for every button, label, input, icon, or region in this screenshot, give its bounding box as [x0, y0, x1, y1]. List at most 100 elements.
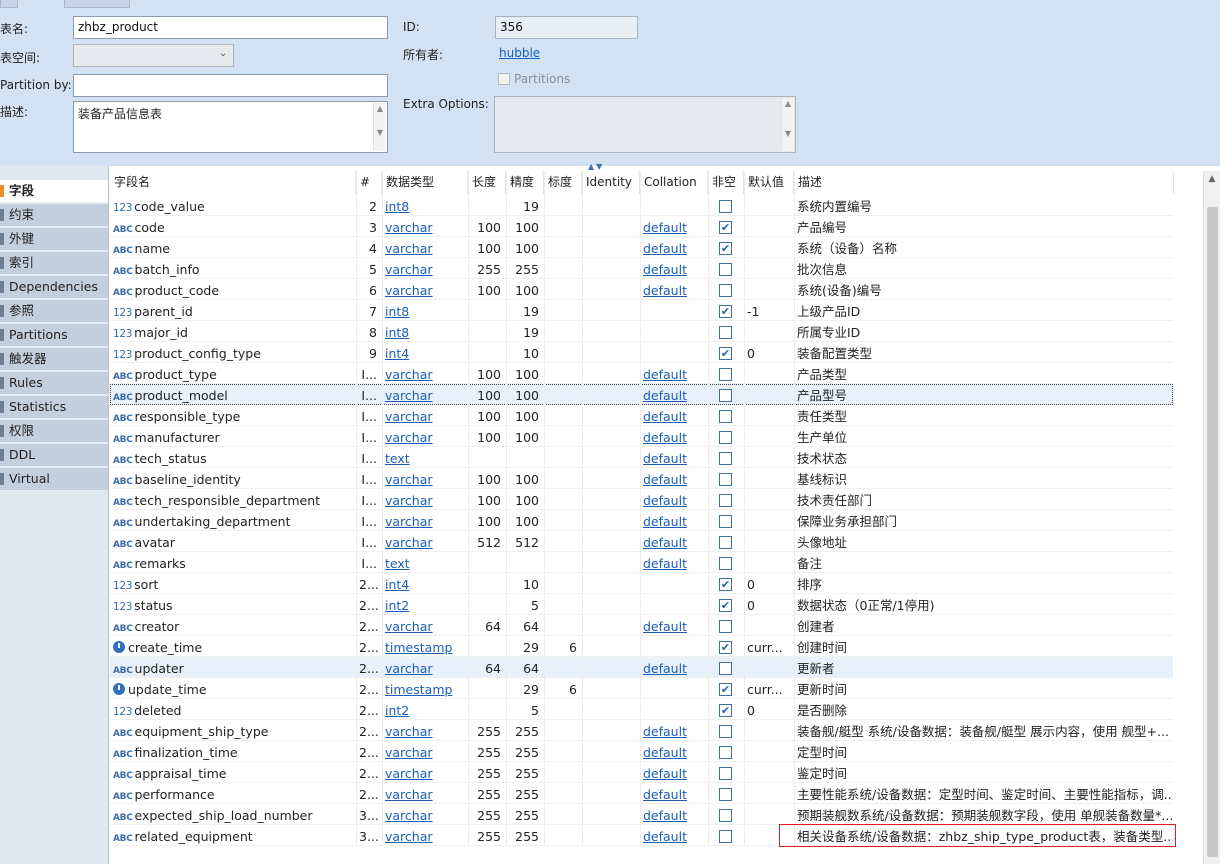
cell-default[interactable] — [747, 510, 793, 531]
cell-identity[interactable] — [585, 804, 639, 825]
cell-not-null[interactable] — [711, 426, 743, 447]
table-row[interactable]: 123 status 2... int2 5 ✔ 0 数据状态（0正常/1停用) — [110, 594, 1173, 615]
collation-link[interactable]: default — [643, 409, 687, 424]
cell-not-null[interactable]: ✔ — [711, 573, 743, 594]
side-tab-1[interactable]: 约束 — [0, 204, 108, 227]
column-header-notnull[interactable]: 非空 — [708, 171, 744, 194]
cell-len[interactable]: 255 — [471, 825, 505, 846]
table-row[interactable]: 123 major_id 8 int8 19 所属专业ID — [110, 321, 1173, 342]
cell-prec[interactable]: 100 — [509, 405, 543, 426]
cell-scale[interactable] — [547, 783, 581, 804]
table-row[interactable]: 123 sort 2... int4 10 ✔ 0 排序 — [110, 573, 1173, 594]
table-row[interactable]: 123 parent_id 7 int8 19 ✔ -1 上级产品ID — [110, 300, 1173, 321]
cell-collation[interactable]: default — [643, 279, 707, 300]
cell-description[interactable]: 产品型号 — [797, 384, 1173, 405]
cell-not-null[interactable] — [711, 447, 743, 468]
cell-len[interactable]: 100 — [471, 279, 505, 300]
cell-default[interactable]: 0 — [747, 573, 793, 594]
cell-data-type[interactable]: varchar — [385, 384, 467, 405]
data-type-link[interactable]: int2 — [385, 598, 409, 613]
side-tab-8[interactable]: Rules — [0, 372, 108, 395]
not-null-checkbox[interactable] — [719, 746, 732, 759]
cell-description[interactable]: 排序 — [797, 573, 1173, 594]
cell-default[interactable] — [747, 804, 793, 825]
cell-not-null[interactable]: ✔ — [711, 699, 743, 720]
cell-scale[interactable] — [547, 300, 581, 321]
cell-ordinal[interactable]: 2... — [359, 657, 381, 678]
table-row[interactable]: ABC avatar I... varchar 512 512 default 头像地址 — [110, 531, 1173, 552]
cell-collation[interactable]: default — [643, 405, 707, 426]
cell-data-type[interactable]: varchar — [385, 363, 467, 384]
cell-default[interactable] — [747, 468, 793, 489]
side-tab-7[interactable]: 触发器 — [0, 348, 108, 371]
cell-collation[interactable] — [643, 594, 707, 615]
cell-description[interactable]: 责任类型 — [797, 405, 1173, 426]
cell-prec[interactable]: 100 — [509, 468, 543, 489]
cell-column-name[interactable]: ABC product_type — [113, 363, 355, 384]
data-type-link[interactable]: int4 — [385, 346, 409, 361]
cell-scale[interactable] — [547, 615, 581, 636]
table-row[interactable]: ABC baseline_identity I... varchar 100 100 def… — [110, 468, 1173, 489]
collation-link[interactable]: default — [643, 430, 687, 445]
table-row[interactable]: 123 deleted 2... int2 5 ✔ 0 是否删除 — [110, 699, 1173, 720]
cell-ordinal[interactable]: I... — [359, 468, 381, 489]
table-row[interactable]: ABC tech_responsible_department I... varcha… — [110, 489, 1173, 510]
data-type-link[interactable]: text — [385, 556, 410, 571]
collation-link[interactable]: default — [643, 241, 687, 256]
cell-scale[interactable] — [547, 825, 581, 846]
cell-not-null[interactable]: ✔ — [711, 594, 743, 615]
cell-not-null[interactable] — [711, 195, 743, 216]
collation-link[interactable]: default — [643, 829, 687, 844]
collation-link[interactable]: default — [643, 283, 687, 298]
cell-ordinal[interactable]: 2... — [359, 615, 381, 636]
data-type-link[interactable]: int4 — [385, 577, 409, 592]
cell-prec[interactable]: 255 — [509, 762, 543, 783]
table-row[interactable]: ABC responsible_type I... varchar 100 100 defa… — [110, 405, 1173, 426]
not-null-checkbox[interactable] — [719, 263, 732, 276]
cell-not-null[interactable] — [711, 384, 743, 405]
column-header-prec[interactable]: 精度 — [506, 171, 544, 194]
cell-not-null[interactable] — [711, 657, 743, 678]
cell-data-type[interactable]: varchar — [385, 615, 467, 636]
cell-prec[interactable]: 5 — [509, 594, 543, 615]
cell-len[interactable]: 100 — [471, 405, 505, 426]
cell-collation[interactable]: default — [643, 489, 707, 510]
cell-ordinal[interactable]: 2... — [359, 762, 381, 783]
cell-default[interactable] — [747, 762, 793, 783]
data-type-link[interactable]: varchar — [385, 472, 433, 487]
not-null-checkbox[interactable] — [719, 809, 732, 822]
cell-column-name[interactable]: 123 code_value — [113, 195, 355, 216]
cell-scale[interactable] — [547, 741, 581, 762]
side-tab-2[interactable]: 外键 — [0, 228, 108, 251]
cell-identity[interactable] — [585, 678, 639, 699]
cell-ordinal[interactable]: I... — [359, 489, 381, 510]
cell-collation[interactable] — [643, 699, 707, 720]
cell-scale[interactable] — [547, 405, 581, 426]
cell-identity[interactable] — [585, 741, 639, 762]
cell-data-type[interactable]: varchar — [385, 279, 467, 300]
cell-data-type[interactable]: varchar — [385, 804, 467, 825]
cell-column-name[interactable]: ABC baseline_identity — [113, 468, 355, 489]
cell-collation[interactable]: default — [643, 468, 707, 489]
data-type-link[interactable]: varchar — [385, 829, 433, 844]
cell-collation[interactable]: default — [643, 762, 707, 783]
not-null-checkbox[interactable] — [719, 284, 732, 297]
cell-ordinal[interactable]: 3... — [359, 825, 381, 846]
cell-not-null[interactable]: ✔ — [711, 342, 743, 363]
cell-scale[interactable] — [547, 489, 581, 510]
cell-default[interactable] — [747, 237, 793, 258]
data-type-link[interactable]: int8 — [385, 325, 409, 340]
not-null-checkbox[interactable]: ✔ — [719, 221, 732, 234]
cell-collation[interactable] — [643, 321, 707, 342]
cell-description[interactable]: 装备配置类型 — [797, 342, 1173, 363]
side-tab-11[interactable]: DDL — [0, 444, 108, 467]
cell-collation[interactable] — [643, 195, 707, 216]
cell-not-null[interactable] — [711, 531, 743, 552]
cell-not-null[interactable] — [711, 279, 743, 300]
cell-len[interactable]: 100 — [471, 426, 505, 447]
table-row[interactable]: ABC manufacturer I... varchar 100 100 default 生… — [110, 426, 1173, 447]
cell-data-type[interactable]: varchar — [385, 762, 467, 783]
cell-identity[interactable] — [585, 636, 639, 657]
cell-not-null[interactable] — [711, 783, 743, 804]
cell-not-null[interactable] — [711, 258, 743, 279]
